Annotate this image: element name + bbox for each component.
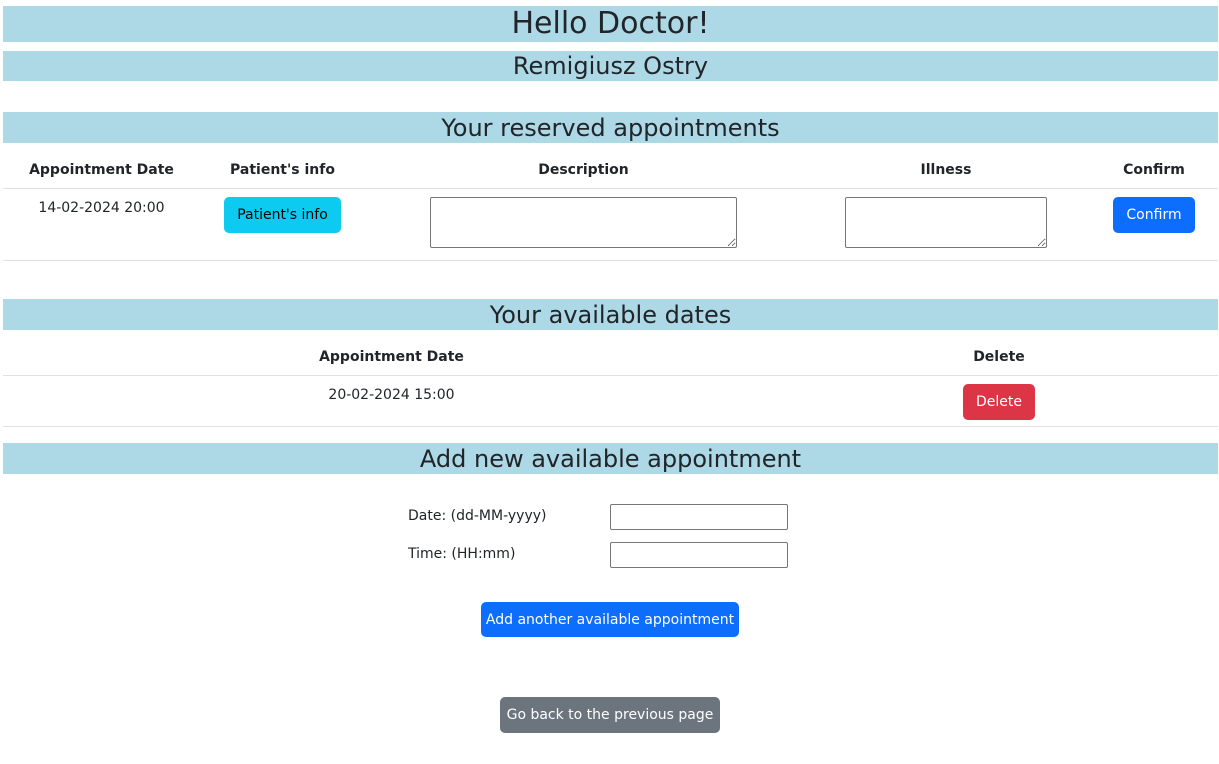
table-header-row: Appointment Date Delete xyxy=(3,339,1218,375)
time-label: Time: (HH:mm) xyxy=(408,546,516,562)
table-row: 20-02-2024 15:00 Delete xyxy=(3,375,1218,426)
confirm-button[interactable]: Confirm xyxy=(1113,196,1195,233)
delete-button[interactable]: Delete xyxy=(963,383,1035,420)
appointment-date: 14-02-2024 20:00 xyxy=(38,199,165,216)
column-header-patients-info: Patient's info xyxy=(230,161,335,178)
table-row: 14-02-2024 20:00 Patient's info Confirm xyxy=(3,188,1218,260)
greeting-heading: Hello Doctor! xyxy=(3,6,1218,42)
reserved-appointments-heading: Your reserved appointments xyxy=(3,112,1218,143)
column-header-illness: Illness xyxy=(920,161,972,178)
go-back-button[interactable]: Go back to the previous page xyxy=(500,697,720,733)
date-label: Date: (dd-MM-yyyy) xyxy=(408,508,547,524)
reserved-appointments-table: Appointment Date Patient's info Descript… xyxy=(3,152,1218,261)
table-header-row: Appointment Date Patient's info Descript… xyxy=(3,152,1218,188)
column-header-delete: Delete xyxy=(973,348,1025,365)
patient-info-button[interactable]: Patient's info xyxy=(224,196,341,233)
column-header-confirm: Confirm xyxy=(1123,161,1185,178)
illness-textarea[interactable] xyxy=(845,196,1047,248)
column-header-description: Description xyxy=(538,161,629,178)
available-dates-table: Appointment Date Delete 20-02-2024 15:00… xyxy=(3,339,1218,427)
column-header-appointment-date: Appointment Date xyxy=(319,348,464,365)
time-input[interactable] xyxy=(610,542,788,568)
available-dates-heading: Your available dates xyxy=(3,299,1218,330)
available-date: 20-02-2024 15:00 xyxy=(328,386,455,403)
add-appointment-button[interactable]: Add another available appointment xyxy=(481,602,739,637)
date-input[interactable] xyxy=(610,504,788,530)
add-appointment-heading: Add new available appointment xyxy=(3,443,1218,474)
doctor-name-heading: Remigiusz Ostry xyxy=(3,51,1218,81)
column-header-appointment-date: Appointment Date xyxy=(29,161,174,178)
description-textarea[interactable] xyxy=(430,196,737,248)
